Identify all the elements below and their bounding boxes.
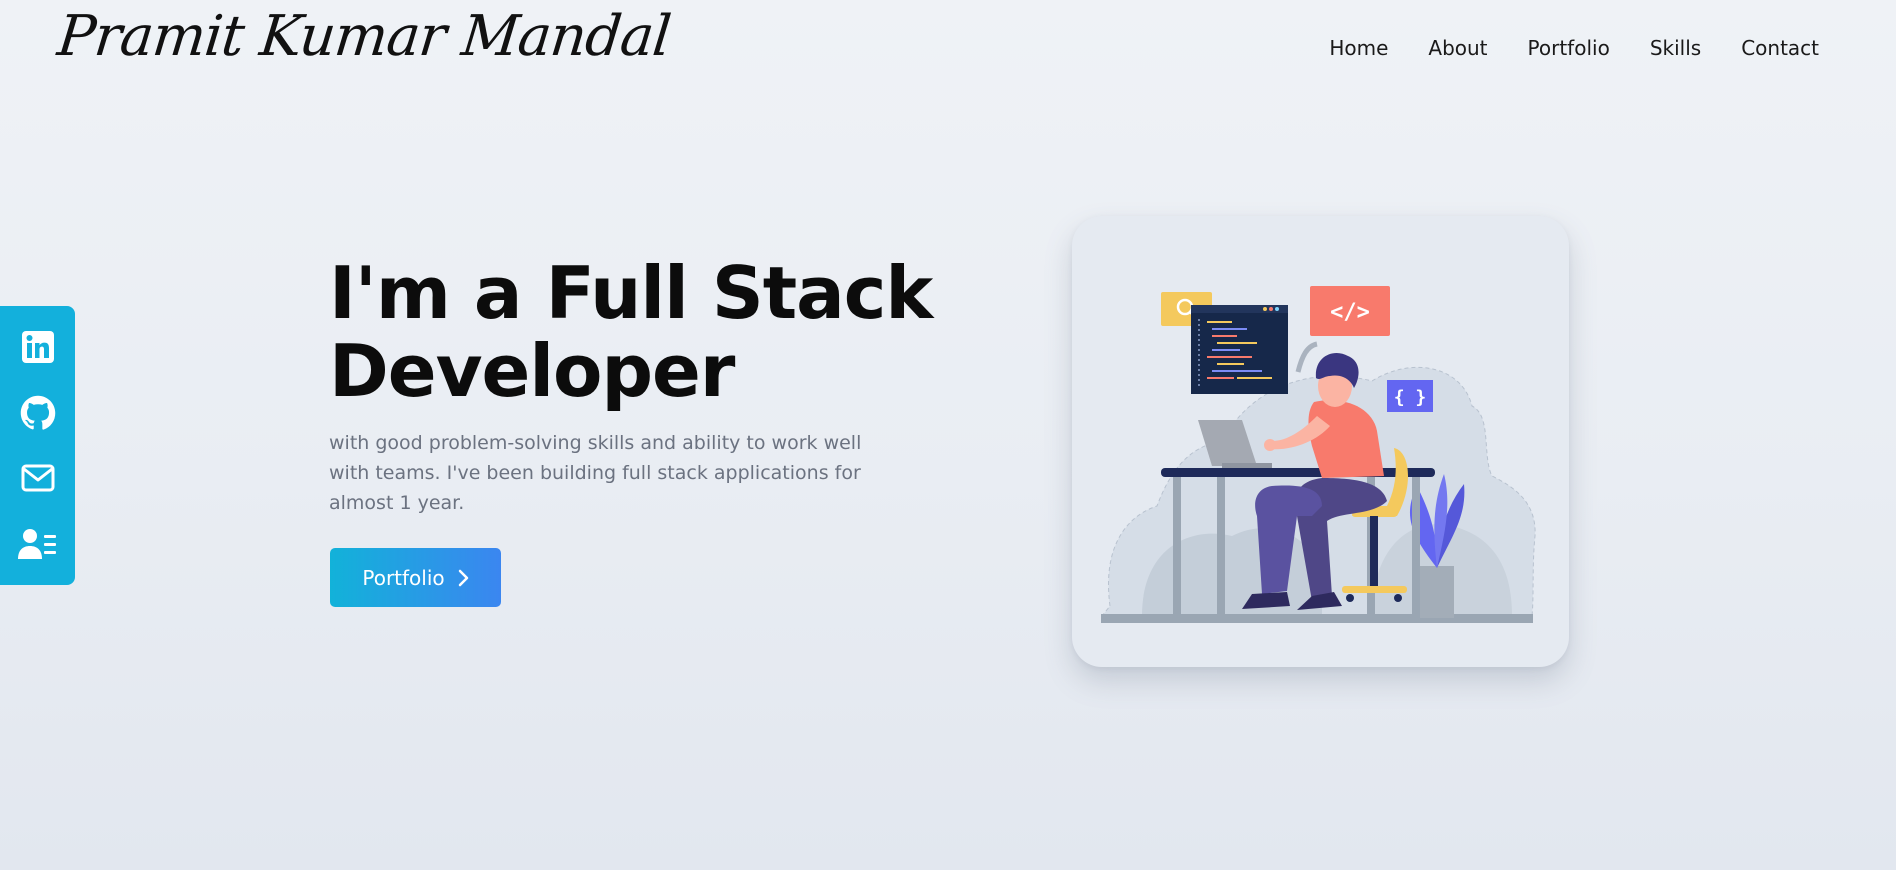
portfolio-button[interactable]: Portfolio (330, 548, 501, 607)
hero-title-line1: I'm a Full Stack (329, 251, 933, 335)
linkedin-icon[interactable] (18, 327, 58, 367)
code-tag-label: </> (1330, 300, 1370, 325)
hero-title: I'm a Full Stack Developer (329, 254, 969, 410)
social-sidebar (0, 306, 75, 585)
braces-tag-label: { } (1394, 387, 1427, 408)
nav-about[interactable]: About (1428, 36, 1487, 60)
developer-illustration: </> { } (1100, 286, 1536, 623)
nav-contact[interactable]: Contact (1741, 36, 1819, 60)
main-nav: Home About Portfolio Skills Contact (1329, 36, 1819, 60)
site-logo[interactable]: Pramit Kumar Mandal (55, 4, 674, 69)
nav-skills[interactable]: Skills (1650, 36, 1701, 60)
hero-title-line2: Developer (329, 329, 735, 413)
hero-description: with good problem-solving skills and abi… (329, 432, 862, 514)
chevron-right-icon (458, 569, 468, 586)
github-icon[interactable] (18, 393, 58, 433)
hero-illustration-card: </> { } (1072, 216, 1569, 667)
mail-icon[interactable] (18, 458, 58, 498)
portfolio-button-label: Portfolio (362, 565, 445, 590)
nav-home[interactable]: Home (1329, 36, 1388, 60)
contact-card-icon[interactable] (17, 524, 58, 564)
nav-portfolio[interactable]: Portfolio (1528, 36, 1610, 60)
